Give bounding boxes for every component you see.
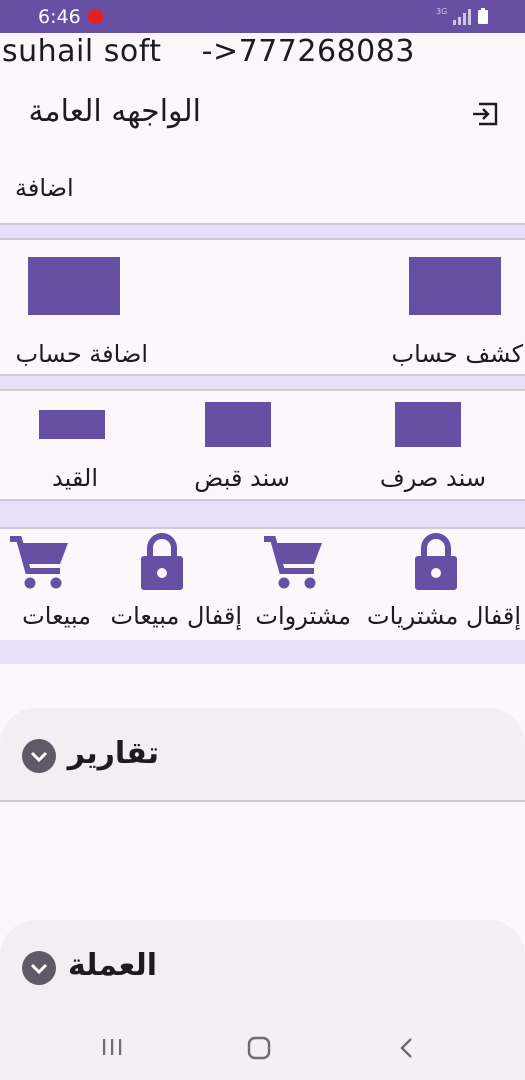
cart-icon[interactable] — [8, 534, 70, 590]
section-band — [0, 501, 525, 527]
status-time: 6:46 — [38, 6, 81, 28]
logout-icon — [473, 102, 498, 126]
tile-journal-entry[interactable]: القيد — [20, 398, 130, 496]
chevron-down-icon — [22, 739, 56, 773]
lock-icon[interactable] — [410, 532, 462, 592]
close-sales-label[interactable]: إقفال مبيعات — [111, 600, 242, 632]
purple-square-icon — [39, 410, 105, 439]
section-band — [0, 376, 525, 389]
section-band — [0, 225, 525, 238]
reports-panel-header[interactable]: تقارير — [0, 708, 525, 800]
tile-label: اضافة حساب — [15, 340, 148, 368]
tile-receipt-voucher[interactable]: سند قبض — [170, 398, 310, 496]
purple-square-icon — [28, 257, 120, 315]
section-band — [0, 640, 525, 664]
back-icon[interactable] — [396, 1035, 418, 1065]
currency-title: العملة — [67, 948, 157, 983]
tile-label: سند قبض — [194, 464, 290, 492]
purple-square-icon — [205, 402, 271, 447]
logout-button[interactable] — [470, 98, 502, 130]
brand-line: suhail soft ->777268083 — [2, 34, 415, 69]
purchases-label[interactable]: مشتروات — [255, 600, 351, 632]
close-purchases-label[interactable]: إقفال مشتريات — [367, 600, 521, 632]
recording-dot-icon — [88, 9, 103, 24]
recent-apps-icon[interactable] — [100, 1035, 124, 1063]
chevron-down-icon — [22, 951, 56, 985]
sales-label[interactable]: مبيعات — [22, 600, 91, 632]
tile-payment-voucher[interactable]: سند صرف — [360, 398, 500, 496]
divider — [0, 238, 525, 240]
battery-icon — [478, 8, 488, 24]
tile-add-account[interactable]: اضافة حساب — [0, 250, 160, 370]
signal-icon — [453, 9, 471, 25]
tile-label: سند صرف — [379, 464, 486, 492]
purple-square-icon — [409, 257, 501, 315]
tile-label: كشف حساب — [391, 340, 523, 368]
network-type-label: 3G — [436, 7, 448, 16]
purple-square-icon — [395, 402, 461, 447]
add-link[interactable]: اضافة — [15, 170, 74, 206]
home-icon[interactable] — [246, 1035, 272, 1065]
tile-label: القيد — [52, 464, 98, 492]
page-title: الواجهه العامة — [28, 94, 201, 129]
cart-icon[interactable] — [262, 534, 324, 590]
system-nav-bar — [0, 1013, 525, 1080]
reports-title: تقارير — [67, 736, 159, 771]
tile-account-statement[interactable]: كشف حساب — [380, 250, 525, 370]
divider — [0, 800, 525, 802]
divider — [0, 527, 525, 529]
lock-icon[interactable] — [136, 532, 188, 592]
currency-panel-header[interactable]: العملة — [0, 920, 525, 1013]
divider — [0, 389, 525, 391]
